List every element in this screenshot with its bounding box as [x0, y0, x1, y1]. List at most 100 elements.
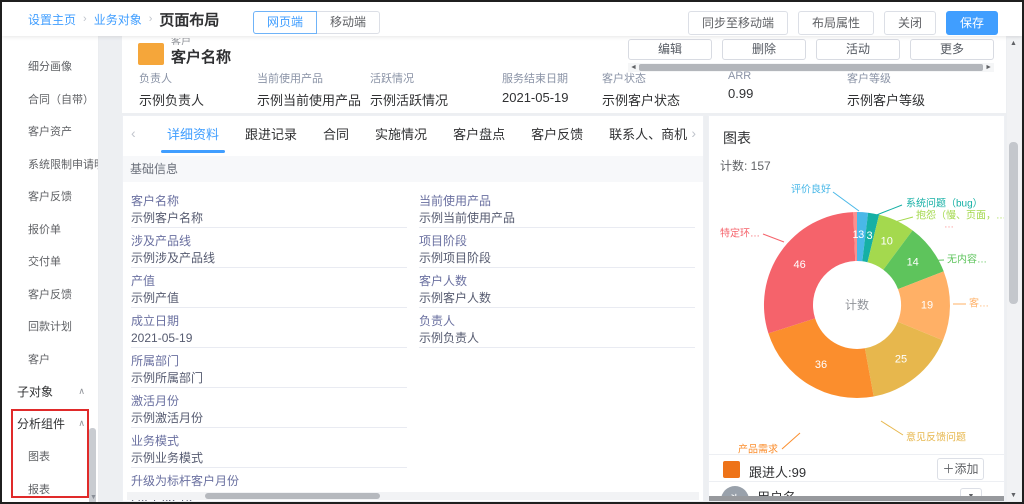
segment-value-label: 36 — [815, 359, 827, 371]
form-field[interactable]: 当前使用产品示例当前使用产品 — [419, 192, 695, 228]
breadcrumb-link[interactable]: 业务对象 — [94, 11, 142, 28]
record-action-buttons: 编辑删除活动更多 — [628, 39, 994, 60]
form-field-label: 客户名称 — [131, 194, 407, 208]
record-action-button[interactable]: 活动 — [816, 39, 900, 60]
sidebar-item[interactable]: 客户资产 — [2, 115, 98, 148]
tabs-scroll-right-icon[interactable]: › — [691, 125, 696, 141]
form-field[interactable]: 业务模式示例业务模式 — [131, 432, 407, 468]
record-action-button[interactable]: 删除 — [722, 39, 806, 60]
topbar-button[interactable]: 同步至移动端 — [688, 11, 788, 35]
add-follower-button[interactable]: ＋添加 — [937, 458, 984, 480]
detail-tab[interactable]: 联系人、商机 — [609, 116, 687, 154]
scroll-down-icon[interactable]: ▼ — [1010, 492, 1017, 499]
form-field-value: 2021-05-19 — [131, 331, 407, 345]
form-field[interactable]: 产值示例产值 — [131, 272, 407, 308]
form-field[interactable]: 项目阶段示例项目阶段 — [419, 232, 695, 268]
component-sidebar: 细分画像合同（自带）客户资产系统限制申请明细客户反馈报价单交付单客户反馈回款计划… — [2, 36, 99, 502]
form-field-value: 示例业务模式 — [131, 451, 407, 465]
breadcrumb-link[interactable]: 设置主页 — [28, 11, 76, 28]
chart-panel-hscroll-thumb[interactable] — [709, 496, 1004, 501]
view-tab-active[interactable]: 网页端 — [253, 11, 317, 34]
sidebar-item[interactable]: 客户反馈 — [2, 278, 98, 311]
label-leader-line — [881, 421, 903, 435]
header-field-value: 示例当前使用产品 — [257, 90, 370, 109]
form-field[interactable]: 负责人示例负责人 — [419, 312, 695, 348]
follower-row: 跟进人:99 ＋添加 — [709, 454, 1004, 481]
segment-label: 评价良好 — [791, 183, 831, 196]
form-field-label: 客户人数 — [419, 274, 695, 288]
form-field-label: 业务模式 — [131, 434, 407, 448]
form-field-value: 示例所属部门 — [131, 371, 407, 385]
segment-value-label: 19 — [921, 300, 933, 312]
form-field[interactable]: 所属部门示例所属部门 — [131, 352, 407, 388]
sidebar-item[interactable]: 客户反馈 — [2, 180, 98, 213]
sidebar-analysis-item[interactable]: 图表 — [2, 440, 98, 473]
sidebar-section-analysis[interactable]: 分析组件 ∧ — [2, 408, 98, 441]
sidebar-scrollbar[interactable] — [89, 76, 97, 490]
form-field-value: 示例客户名称 — [131, 211, 407, 225]
form-field-value: 示例产值 — [131, 291, 407, 305]
sidebar-section-sub-object[interactable]: 子对象 ∧ — [2, 375, 98, 408]
detail-tab[interactable]: 详细资料 — [167, 116, 219, 154]
form-field[interactable]: 激活月份示例激活月份 — [131, 392, 407, 428]
record-avatar — [138, 43, 164, 65]
detail-tab[interactable]: 合同 — [323, 116, 349, 154]
scroll-up-icon[interactable]: ▲ — [1010, 40, 1017, 47]
vscroll-thumb[interactable] — [1009, 142, 1018, 304]
record-action-button[interactable]: 更多 — [910, 39, 994, 60]
form-field-label: 项目阶段 — [419, 234, 695, 248]
sidebar-item[interactable]: 细分画像 — [2, 50, 98, 83]
sidebar-scroll-down-icon[interactable]: ▼ — [90, 494, 97, 501]
sidebar-section-label: 子对象 — [17, 383, 53, 400]
record-action-button[interactable]: 编辑 — [628, 39, 712, 60]
segment-label: 抱怨（慢、页面，… — [916, 209, 1004, 222]
sidebar-item[interactable]: 合同（自带） — [2, 83, 98, 116]
form-field[interactable]: 成立日期 2021-05-19 — [131, 312, 407, 348]
header-field-label: 客户等级 — [847, 70, 1006, 86]
form-field-value: 示例当前使用产品 — [419, 211, 695, 225]
topbar-button[interactable]: 关闭 — [884, 11, 936, 35]
sidebar-item[interactable]: 系统限制申请明细 — [2, 148, 98, 181]
form-field-label: 成立日期 — [131, 314, 407, 328]
detail-tab[interactable]: 跟进记录 — [245, 116, 297, 154]
segment-label: 系统问题（bug） — [906, 197, 983, 210]
detail-tab[interactable]: 实施情况 — [375, 116, 427, 154]
sidebar-item[interactable]: 报价单 — [2, 213, 98, 246]
page-vertical-scrollbar[interactable]: ▲ ▼ — [1007, 38, 1021, 501]
detail-hscroll-thumb[interactable] — [205, 493, 380, 499]
header-field-label: 活跃情况 — [370, 70, 502, 86]
detail-tab[interactable]: 客户盘点 — [453, 116, 505, 154]
header-field: ARR0.99 — [728, 70, 847, 109]
form-field[interactable]: 客户名称示例客户名称 — [131, 192, 407, 228]
breadcrumb: 设置主页›业务对象›页面布局 — [28, 2, 219, 36]
header-field-label: ARR — [728, 70, 847, 82]
view-mode-tabs: 网页端移动端 — [253, 11, 380, 34]
detail-card: ‹ 详细资料跟进记录合同实施情况客户盘点客户反馈联系人、商机 › 基础信息 客户… — [122, 115, 704, 502]
pie-segment[interactable] — [764, 212, 855, 333]
clipped-scrolled-text: 客户 — [171, 38, 191, 45]
segment-value-label: 1 — [853, 229, 859, 241]
segment-value-label: 10 — [881, 236, 893, 248]
sidebar-item[interactable]: 回款计划 — [2, 310, 98, 343]
form-field[interactable]: 客户人数示例客户人数 — [419, 272, 695, 308]
sidebar-analysis-item[interactable]: 报表 — [2, 473, 98, 503]
save-button[interactable]: 保存 — [946, 11, 998, 35]
collapse-caret-icon[interactable]: ∧ — [78, 386, 85, 397]
label-leader-line — [763, 234, 784, 242]
sidebar-item[interactable]: 交付单 — [2, 245, 98, 278]
view-tab-inactive[interactable]: 移动端 — [316, 11, 380, 34]
topbar-button[interactable]: 布局属性 — [798, 11, 874, 35]
segment-label: 客… — [969, 297, 989, 310]
segment-value-label: 3 — [858, 229, 864, 241]
sidebar-scrollbar-thumb[interactable] — [89, 428, 96, 502]
segment-value-label: 14 — [907, 257, 919, 269]
header-field: 客户等级示例客户等级 — [847, 70, 1006, 109]
detail-horizontal-scrollbar[interactable] — [127, 492, 699, 500]
form-field-label: 涉及产品线 — [131, 234, 407, 248]
form-field[interactable]: 涉及产品线示例涉及产品线 — [131, 232, 407, 268]
topbar: 设置主页›业务对象›页面布局 网页端移动端 同步至移动端布局属性关闭保存 — [2, 2, 1022, 36]
sidebar-item[interactable]: 客户 — [2, 343, 98, 376]
collapse-caret-icon[interactable]: ∧ — [78, 418, 85, 429]
topbar-actions: 同步至移动端布局属性关闭保存 — [688, 11, 998, 35]
detail-tab[interactable]: 客户反馈 — [531, 116, 583, 154]
